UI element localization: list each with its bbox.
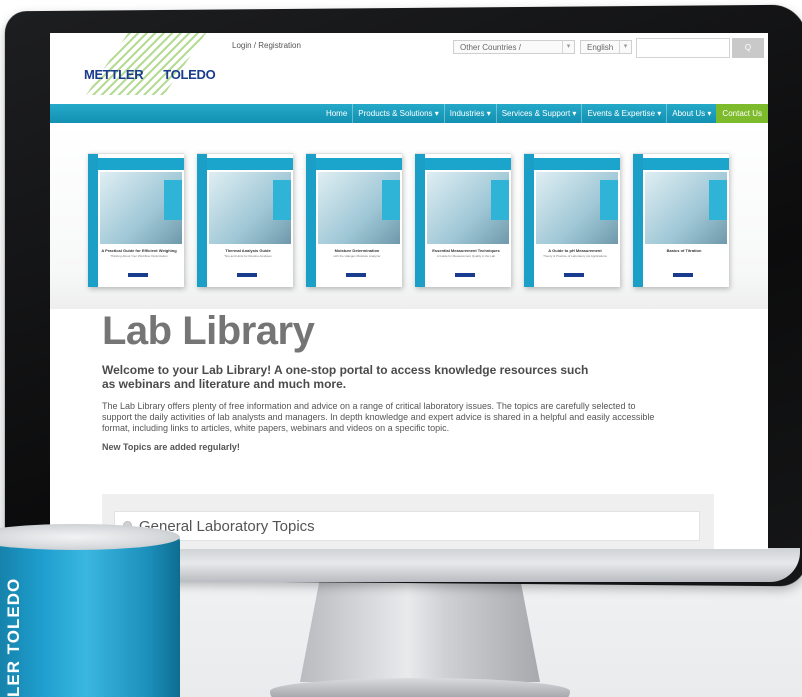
nav-item-industries[interactable]: Industries ▾	[443, 104, 496, 123]
book-subtitle: A Guide for Measurement Quality in the L…	[436, 254, 496, 258]
chevron-down-icon: ▾	[562, 41, 574, 53]
main-navigation: Home Products & Solutions ▾ Industries ▾…	[50, 104, 768, 123]
nav-item-products-solutions[interactable]: Products & Solutions ▾	[352, 104, 444, 123]
coffee-mug	[0, 532, 180, 697]
monitor-stand-base	[270, 678, 570, 697]
book-photo	[318, 172, 400, 244]
language-select[interactable]: English ▾	[580, 40, 632, 54]
book-cover[interactable]: A Practical Guide for Efficient Weighing…	[88, 153, 184, 287]
book-title: A Practical Guide for Efficient Weighing	[101, 248, 177, 253]
book-cover[interactable]: Basics of Titration	[633, 153, 729, 287]
chevron-down-icon: ▾	[619, 41, 631, 53]
country-select[interactable]: Other Countries / ▾	[453, 40, 575, 54]
book-logo	[564, 273, 584, 277]
logo-graphic	[86, 33, 206, 95]
book-cover[interactable]: Moisture Determination with the Halogen …	[306, 153, 402, 287]
language-select-value: English	[587, 43, 614, 52]
book-photo	[645, 172, 727, 244]
book-cover[interactable]: Essential Measurement Techniques A Guide…	[415, 153, 511, 287]
book-logo	[673, 273, 693, 277]
book-photo	[209, 172, 291, 244]
page-title: Lab Library	[102, 309, 315, 353]
book-photo	[536, 172, 618, 244]
book-title: A Guide to pH Measurement	[548, 248, 602, 253]
nav-item-services-support[interactable]: Services & Support ▾	[495, 104, 582, 123]
topic-accordion-item[interactable]: General Laboratory Topics	[114, 511, 700, 541]
logo-word-2: TOLEDO	[163, 67, 216, 82]
book-cover[interactable]: A Guide to pH Measurement Theory & Pract…	[524, 153, 620, 287]
nav-item-events-expertise[interactable]: Events & Expertise ▾	[581, 104, 666, 123]
login-register-link[interactable]: Login / Registration	[232, 41, 301, 50]
logo-word-1: METTLER	[84, 67, 144, 82]
contact-us-button[interactable]: Contact Us	[716, 104, 768, 123]
book-logo	[346, 273, 366, 277]
search-button[interactable]: Q	[732, 38, 764, 58]
search-icon: Q	[744, 43, 752, 52]
mug-brand-text: LER TOLEDO	[4, 577, 23, 697]
monitor-stand	[300, 582, 540, 682]
nav-item-about-us[interactable]: About Us ▾	[666, 104, 716, 123]
book-subtitle: Thinking About Your Workflow Optimizatio…	[110, 254, 168, 258]
book-logo	[237, 273, 257, 277]
book-subtitle: Theory & Practice of Laboratory pH Appli…	[543, 254, 607, 258]
description-text: The Lab Library offers plenty of free in…	[102, 401, 655, 433]
book-photo	[427, 172, 509, 244]
guide-books-banner: A Practical Guide for Efficient Weighing…	[50, 123, 768, 309]
book-title: Thermal Analysis Guide	[225, 248, 271, 253]
website-screen: METTLER TOLEDO Login / Registration Other…	[50, 33, 768, 549]
book-logo	[128, 273, 148, 277]
search-input[interactable]	[636, 38, 730, 58]
site-logo[interactable]: METTLER TOLEDO	[84, 67, 216, 82]
book-subtitle: Tips and Hints for Routine Analyses	[224, 254, 272, 258]
intro-text: Welcome to your Lab Library! A one-stop …	[102, 363, 589, 391]
book-subtitle: with the Halogen Moisture Analyzer	[333, 254, 381, 258]
topics-panel: General Laboratory Topics	[102, 494, 714, 549]
nav-item-home[interactable]: Home	[321, 104, 352, 123]
book-cover[interactable]: Thermal Analysis Guide Tips and Hints fo…	[197, 153, 293, 287]
main-content: Lab Library Welcome to your Lab Library!…	[102, 309, 722, 452]
book-title: Moisture Determination	[334, 248, 380, 253]
book-title: Essential Measurement Techniques	[432, 248, 500, 253]
country-select-value: Other Countries /	[460, 43, 521, 52]
site-header: METTLER TOLEDO Login / Registration Other…	[50, 33, 768, 101]
book-photo	[100, 172, 182, 244]
book-logo	[455, 273, 475, 277]
book-title: Basics of Titration	[666, 248, 702, 253]
new-topics-note: New Topics are added regularly!	[102, 442, 240, 452]
